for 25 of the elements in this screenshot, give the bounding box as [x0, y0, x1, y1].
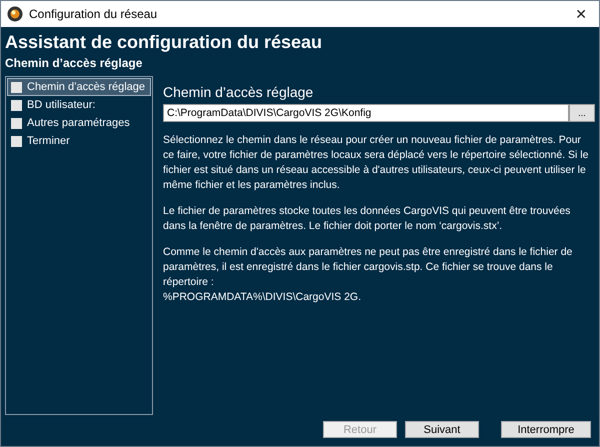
window-title: Configuration du réseau	[29, 7, 158, 21]
step-label: Terminer	[27, 135, 70, 147]
wizard-button[interactable]: Suivant	[405, 421, 479, 438]
browse-button[interactable]: ...	[569, 104, 595, 122]
step-item[interactable]: Terminer	[7, 132, 151, 150]
checkbox[interactable]	[11, 136, 22, 146]
app-logo-icon	[7, 6, 23, 22]
checkbox[interactable]	[11, 118, 22, 128]
step-item[interactable]: Chemin d’accès réglage	[7, 78, 151, 96]
description-paragraph: Comme le chemin d'accès aux paramètres ne peut pas être enregistré dans le fichier de paramètres, il est enregistré dans le fichier cargovis.stp. Ce fichier se trouve dans le répertoire : %PROGRAMDATA%\DIVIS\CargoVIS 2G.	[163, 245, 574, 305]
step-item[interactable]: Autres paramétrages	[7, 114, 151, 132]
wizard-title: Assistant de configuration du réseau	[5, 31, 324, 54]
description-paragraph: Le fichier de paramètres stocke toutes les données CargoVIS qui peuvent être trouvées dans la fenêtre de paramètres. Le fichier doit porter le nom ‘cargovis.stx’.	[163, 204, 572, 234]
close-button[interactable]: ✕	[569, 6, 593, 22]
checkbox[interactable]	[11, 100, 22, 110]
wizard-button[interactable]: Interrompre	[501, 421, 591, 438]
step-label: Chemin d’accès réglage	[27, 81, 146, 93]
section-title: Chemin d’accès réglage	[163, 84, 314, 100]
description-paragraph: Sélectionnez le chemin dans le réseau pour créer un nouveau fichier de paramètres. Pour ce faire, votre fichier de paramètres locaux sera déplacé vers le répertoire sélectionné. Si le fichier est situé dans un réseau accessible à d'autres utilisateurs, ceux-ci peuvent utiliser le même fichier et les paramètres inclus.	[163, 133, 590, 193]
path-field[interactable]: C:\ProgramData\DIVIS\CargoVIS 2G\Konfig	[163, 104, 569, 122]
step-item[interactable]: BD utilisateur:	[7, 96, 151, 114]
checkbox[interactable]	[11, 82, 22, 92]
step-label: Autres paramétrages	[27, 117, 130, 129]
step-subtitle: Chemin d’accès réglage	[5, 56, 144, 70]
step-label: BD utilisateur:	[27, 99, 96, 111]
